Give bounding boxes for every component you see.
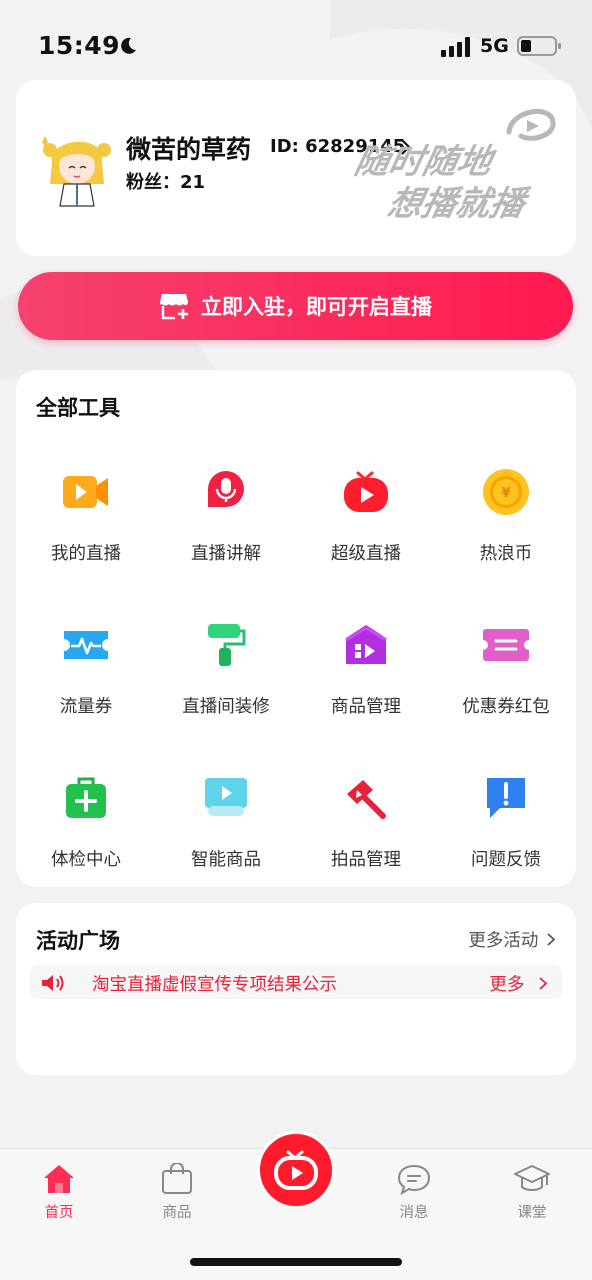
moon-icon [121,37,136,54]
auction-hammer-icon [340,772,392,824]
activity-card: 活动广场 更多活动 淘宝直播虚假宣传专项结果公示 更多 [16,903,576,1075]
tool-room-decor[interactable]: 直播间装修 [156,619,296,749]
tv-play-icon [340,466,392,518]
tool-traffic-ticket[interactable]: 流量券 [16,619,156,749]
more-activities-link[interactable]: 更多活动 [468,927,556,952]
notice-bar[interactable]: 淘宝直播虚假宣传专项结果公示 更多 [30,965,562,999]
tool-label: 智能商品 [191,850,261,870]
tool-super-live[interactable]: 超级直播 [296,466,436,596]
notice-more-label: 更多 [489,975,525,995]
tool-label: 体检中心 [51,850,121,870]
tool-health-check[interactable]: 体检中心 [16,772,156,902]
feedback-icon [480,772,532,824]
tab-label: 首页 [44,1205,74,1221]
tool-label: 直播讲解 [191,544,261,564]
home-indicator [190,1258,402,1266]
notice-text[interactable]: 淘宝直播虚假宣传专项结果公示 [92,971,337,996]
tab-home[interactable]: 首页 [19,1163,99,1222]
tab-products[interactable]: 商品 [137,1163,217,1222]
tab-label: 课堂 [517,1205,547,1221]
speaker-icon [42,975,64,991]
start-live-button[interactable] [257,1131,335,1209]
tool-auction-manage[interactable]: 拍品管理 [296,772,436,902]
traffic-ticket-icon [60,619,112,671]
tool-label: 商品管理 [331,697,401,717]
svg-text:¥: ¥ [501,486,510,501]
status-bar: 15:49 5G [0,0,592,92]
tool-label: 问题反馈 [471,850,541,870]
microphone-icon [200,466,252,518]
coupon-icon [480,619,532,671]
slogan-swoosh-icon [506,109,556,141]
tool-label: 超级直播 [331,544,401,564]
live-tv-icon [274,1150,318,1190]
chevron-right-icon [539,977,548,990]
avatar[interactable] [34,122,120,208]
tool-smart-product[interactable]: 智能商品 [156,772,296,902]
shopping-bag-icon [162,1163,192,1194]
network-type: 5G [480,35,509,57]
battery-icon [517,36,561,56]
fans-count: 粉丝：21 [126,172,206,193]
status-time: 15:49 [38,31,121,60]
video-camera-icon [60,466,112,518]
tools-card: 全部工具 我的直播 直播讲解 超级直播 ¥ 热浪币 流量券 直播间装修 商品管理… [16,370,576,887]
tab-label: 商品 [162,1205,192,1221]
notice-more-link[interactable]: 更多 [489,971,548,996]
more-activities-label: 更多活动 [468,931,539,951]
home-icon [44,1165,74,1193]
store-video-icon [340,619,392,671]
tools-title: 全部工具 [36,396,120,420]
slogan-line-2: 想播就播 [384,184,529,224]
tab-messages[interactable]: 消息 [374,1163,454,1222]
profile-card[interactable]: 微苦的草药 ID: 62829145 粉丝：21 随时随地 想播就播 [16,80,576,256]
tool-live-explain[interactable]: 直播讲解 [156,466,296,596]
smart-screen-icon [200,772,252,824]
tool-my-live[interactable]: 我的直播 [16,466,156,596]
medical-kit-icon [60,772,112,824]
paint-roller-icon [200,619,252,671]
tool-product-manage[interactable]: 商品管理 [296,619,436,749]
tool-hot-coin[interactable]: ¥ 热浪币 [436,466,576,596]
tab-classroom[interactable]: 课堂 [492,1163,572,1222]
join-live-button[interactable]: 立即入驻，即可开启直播 [18,272,573,340]
slogan-watermark: 随时随地 想播就播 [351,102,571,232]
activity-title: 活动广场 [36,929,120,953]
tool-label: 我的直播 [51,544,121,564]
join-live-label: 立即入驻，即可开启直播 [201,295,432,319]
tool-feedback[interactable]: 问题反馈 [436,772,576,902]
tool-coupon[interactable]: 优惠券红包 [436,619,576,749]
tool-label: 流量券 [59,697,113,717]
chat-bubble-icon [397,1164,431,1195]
coin-icon: ¥ [480,466,532,518]
tool-label: 热浪币 [479,544,533,564]
tab-label: 消息 [399,1205,429,1221]
tool-label: 拍品管理 [331,850,401,870]
graduation-cap-icon [514,1165,550,1191]
tool-label: 直播间装修 [182,697,270,717]
signal-icon [441,37,470,57]
store-plus-icon [160,294,188,320]
tool-label: 优惠券红包 [462,697,550,717]
username: 微苦的草药 [126,135,252,164]
chevron-right-icon [547,933,556,946]
